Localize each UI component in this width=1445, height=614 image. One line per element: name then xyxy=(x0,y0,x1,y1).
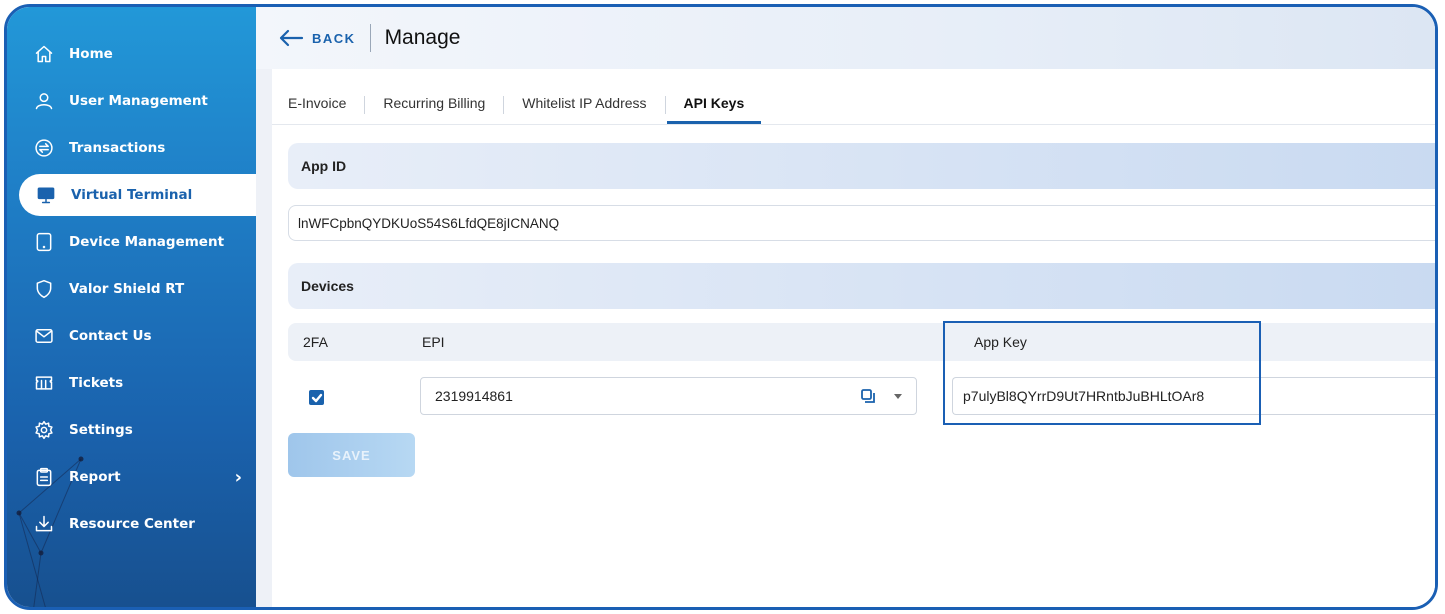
save-button[interactable]: SAVE xyxy=(288,433,415,477)
tab-e-invoice[interactable]: E-Invoice xyxy=(288,91,346,115)
app-window: Home User Management Transactions Virtua… xyxy=(4,4,1438,610)
column-header-app-key: App Key xyxy=(974,334,1027,350)
sidebar-item-label: Device Management xyxy=(69,234,225,250)
monitor-icon xyxy=(35,184,57,206)
home-icon xyxy=(33,43,55,65)
sidebar-item-report[interactable]: Report › xyxy=(7,456,256,498)
app-id-value: lnWFCpbnQYDKUoS54S6LfdQE8jICNANQ xyxy=(288,205,1435,241)
tab-api-keys[interactable]: API Keys xyxy=(666,91,761,124)
sidebar-item-transactions[interactable]: Transactions xyxy=(7,127,256,169)
sidebar-item-device-management[interactable]: Device Management xyxy=(7,221,256,263)
sidebar-item-label: Home xyxy=(69,46,113,62)
column-header-2fa: 2FA xyxy=(303,334,328,350)
page-header: BACK Manage xyxy=(256,7,1435,69)
caret-down-icon[interactable] xyxy=(894,394,902,399)
sidebar-item-label: Valor Shield RT xyxy=(69,281,185,297)
tablet-icon xyxy=(33,231,55,253)
shield-icon xyxy=(33,278,55,300)
sidebar-item-resource-center[interactable]: Resource Center xyxy=(7,503,256,545)
back-label: BACK xyxy=(312,30,356,46)
sidebar-item-label: Resource Center xyxy=(69,516,195,532)
gear-icon xyxy=(33,419,55,441)
sidebar-item-label: Settings xyxy=(69,422,133,438)
sidebar-item-label: Transactions xyxy=(69,140,166,156)
copy-icon[interactable] xyxy=(860,388,876,404)
devices-section-header: Devices xyxy=(288,263,1435,309)
page-title: Manage xyxy=(384,26,461,49)
tab-underline-rule xyxy=(272,124,1435,125)
tab-whitelist-ip[interactable]: Whitelist IP Address xyxy=(522,91,646,115)
tab-bar: E-Invoice Recurring Billing Whitelist IP… xyxy=(288,91,761,125)
sidebar-item-settings[interactable]: Settings xyxy=(7,409,256,451)
app-key-field[interactable]: p7ulyBl8QYrrD9Ut7HRntbJuBHLtOAr8 xyxy=(952,377,1435,415)
sidebar-item-virtual-terminal[interactable]: Virtual Terminal xyxy=(19,174,256,216)
tab-divider xyxy=(503,96,505,114)
sidebar-item-valor-shield[interactable]: Valor Shield RT xyxy=(7,268,256,310)
arrow-left-icon xyxy=(279,29,304,47)
sidebar-item-contact-us[interactable]: Contact Us xyxy=(7,315,256,357)
sidebar: Home User Management Transactions Virtua… xyxy=(7,7,256,607)
sidebar-item-label: User Management xyxy=(69,93,208,109)
sidebar-item-label: Tickets xyxy=(69,375,124,391)
ticket-icon xyxy=(33,372,55,394)
epi-value: 2319914861 xyxy=(435,388,513,404)
header-divider xyxy=(369,24,371,52)
check-icon xyxy=(311,393,322,402)
mail-icon xyxy=(33,325,55,347)
devices-table-header: 2FA EPI App Key xyxy=(288,323,1435,361)
epi-select[interactable]: 2319914861 xyxy=(420,377,917,415)
app-key-value: p7ulyBl8QYrrD9Ut7HRntbJuBHLtOAr8 xyxy=(963,388,1205,404)
app-id-section-header: App ID xyxy=(288,143,1435,189)
tab-recurring-billing[interactable]: Recurring Billing xyxy=(383,91,485,115)
chevron-right-icon[interactable]: › xyxy=(235,467,242,488)
sidebar-item-tickets[interactable]: Tickets xyxy=(7,362,256,404)
sidebar-item-label: Virtual Terminal xyxy=(71,187,193,203)
tab-divider xyxy=(364,96,366,114)
user-icon xyxy=(33,90,55,112)
content-area: E-Invoice Recurring Billing Whitelist IP… xyxy=(272,69,1435,607)
twofa-checkbox[interactable] xyxy=(309,390,324,405)
column-header-epi: EPI xyxy=(422,334,445,350)
sidebar-item-home[interactable]: Home xyxy=(7,33,256,75)
transfer-icon xyxy=(33,137,55,159)
sidebar-item-label: Report xyxy=(69,469,121,485)
sidebar-item-user-management[interactable]: User Management xyxy=(7,80,256,122)
sidebar-item-label: Contact Us xyxy=(69,328,152,344)
download-icon xyxy=(33,513,55,535)
main-panel: BACK Manage E-Invoice Recurring Billing … xyxy=(256,7,1435,607)
back-button[interactable]: BACK xyxy=(278,28,356,48)
clipboard-icon xyxy=(33,466,55,488)
tab-divider xyxy=(664,96,666,114)
